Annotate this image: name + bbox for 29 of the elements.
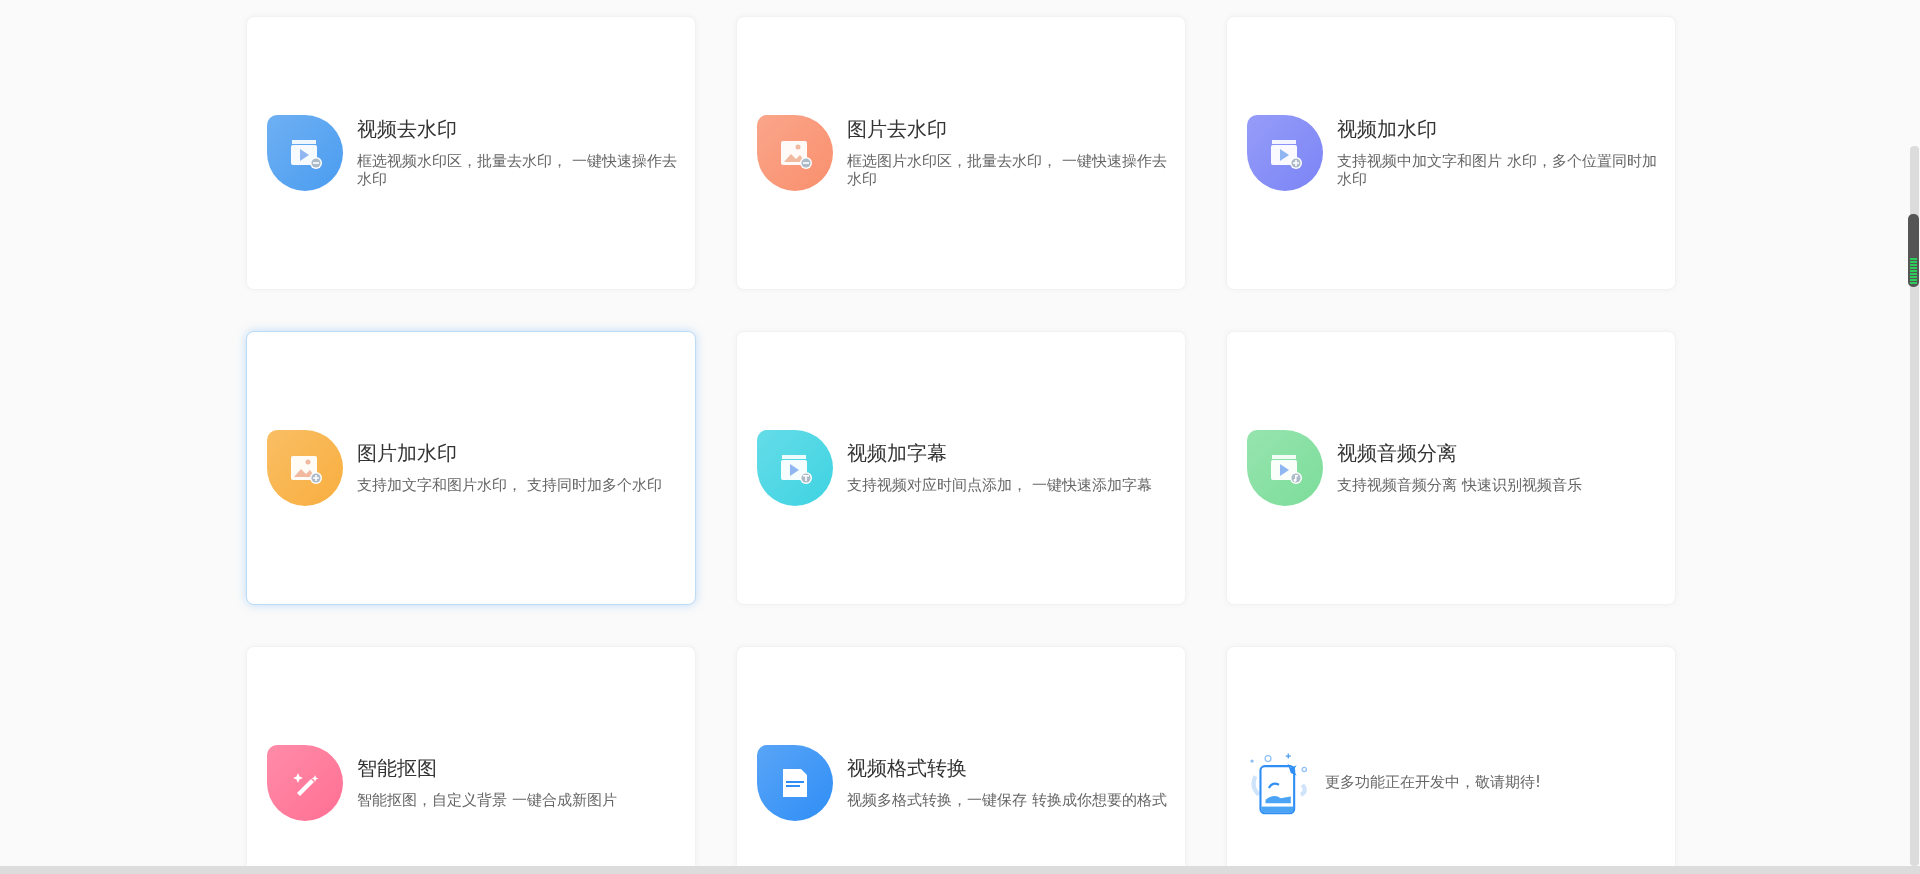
feature-card[interactable]: 图片加水印 支持加文字和图片水印， 支持同时加多个水印 [246,331,696,605]
card-title: 视频加水印 [1337,116,1438,142]
card-title: 视频音频分离 [1337,440,1458,466]
feature-card[interactable]: 智能抠图 智能抠图，自定义背景 一键合成新图片 [246,646,696,866]
card-description: 更多功能正在开发中，敬请期待! [1325,773,1542,791]
card-description: 支持加文字和图片水印， 支持同时加多个水印 [357,476,663,494]
card-description: 框选图片水印区，批量去水印， 一键快速操作去水印 [847,152,1168,188]
card-title: 图片加水印 [357,440,458,466]
card-title: 智能抠图 [357,755,438,781]
card-description: 智能抠图，自定义背景 一键合成新图片 [357,791,618,809]
feature-card[interactable]: 视频格式转换 视频多格式转换，一键保存 转换成你想要的格式 [736,646,1186,866]
card-description: 视频多格式转换，一键保存 转换成你想要的格式 [847,791,1168,809]
card-title: 视频去水印 [357,116,458,142]
card-title: 视频加字幕 [847,440,948,466]
feature-card[interactable]: 视频加水印 支持视频中加文字和图片 水印，多个位置同时加水印 [1226,16,1676,290]
horizontal-scrollbar[interactable] [0,866,1920,874]
feature-card[interactable]: 更多功能正在开发中，敬请期待! [1226,646,1676,866]
card-description: 支持视频音频分离 快速识别视频音乐 [1337,476,1583,494]
card-description: 支持视频对应时间点添加， 一键快速添加字幕 [847,476,1153,494]
feature-card[interactable]: 视频去水印 框选视频水印区，批量去水印， 一键快速操作去水印 [246,16,696,290]
card-title: 视频格式转换 [847,755,968,781]
scrollbar-thumb[interactable] [1907,214,1919,287]
card-description: 框选视频水印区，批量去水印， 一键快速操作去水印 [357,152,678,188]
card-description: 支持视频中加文字和图片 水印，多个位置同时加水印 [1337,152,1658,188]
feature-card[interactable]: 视频加字幕 支持视频对应时间点添加， 一键快速添加字幕 [736,331,1186,605]
card-title: 图片去水印 [847,116,948,142]
vertical-scrollbar[interactable] [1909,146,1919,866]
feature-card[interactable]: 图片去水印 框选图片水印区，批量去水印， 一键快速操作去水印 [736,16,1186,290]
feature-card[interactable]: 视频音频分离 支持视频音频分离 快速识别视频音乐 [1226,331,1676,605]
